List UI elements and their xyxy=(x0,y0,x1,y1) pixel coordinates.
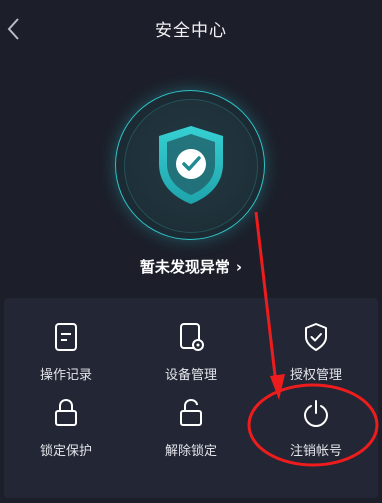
grid-item-label: 锁定保护 xyxy=(39,444,92,459)
grid-item-label: 注销帐号 xyxy=(289,444,342,459)
lock-icon xyxy=(55,398,77,426)
grid-item-unlock[interactable]: 解除锁定 xyxy=(129,374,253,459)
security-center-screen: 安全中心 暂未发现异常 › 操作记录 设备管理 授权管理 锁定保护 解除锁定 注… xyxy=(0,0,382,503)
grid-item-operation-log[interactable]: 操作记录 xyxy=(4,298,128,383)
security-status-link[interactable]: 暂未发现异常 › xyxy=(0,256,382,277)
header: 安全中心 xyxy=(0,0,382,56)
grid-item-cancel-account[interactable]: 注销帐号 xyxy=(254,374,378,459)
document-icon xyxy=(55,323,77,351)
status-text: 暂未发现异常 xyxy=(139,258,230,276)
shield-check-icon xyxy=(305,323,327,351)
grid-item-device-management[interactable]: 设备管理 xyxy=(129,298,253,383)
device-settings-icon xyxy=(180,323,204,351)
shield-check-icon xyxy=(159,126,223,204)
grid-item-authorization-management[interactable]: 授权管理 xyxy=(254,298,378,383)
grid-item-label: 解除锁定 xyxy=(164,444,217,459)
page-title: 安全中心 xyxy=(155,21,227,41)
chevron-right-icon: › xyxy=(235,258,243,276)
function-grid: 操作记录 设备管理 授权管理 锁定保护 解除锁定 注销帐号 xyxy=(4,298,378,498)
grid-item-lock-protection[interactable]: 锁定保护 xyxy=(4,374,128,459)
power-icon xyxy=(303,400,329,428)
unlock-icon xyxy=(180,398,202,426)
